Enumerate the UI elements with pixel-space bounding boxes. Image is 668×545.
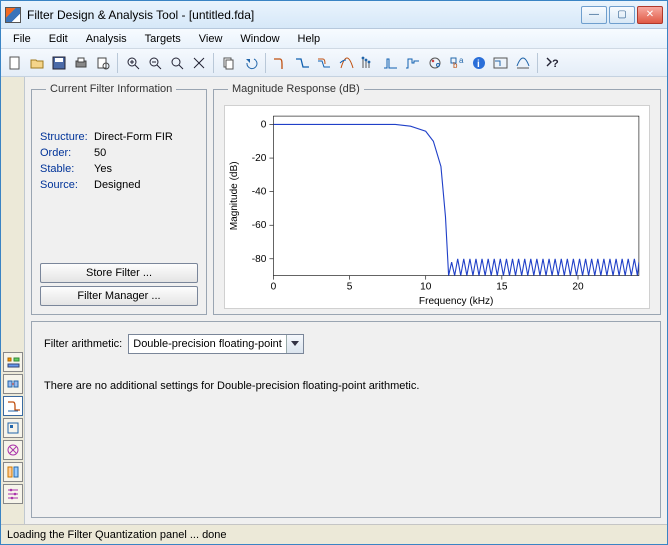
order-value: 50 [94, 147, 106, 159]
stable-value: Yes [94, 163, 112, 175]
menu-edit[interactable]: Edit [41, 31, 76, 47]
svg-text:b: b [453, 61, 458, 70]
svg-text:Magnitude (dB): Magnitude (dB) [229, 161, 240, 230]
svg-text:-20: -20 [252, 153, 267, 164]
svg-text:?: ? [552, 58, 559, 70]
save-icon[interactable] [49, 53, 69, 73]
roundoff-icon[interactable] [513, 53, 533, 73]
menu-file[interactable]: File [5, 31, 39, 47]
impulse-icon[interactable] [381, 53, 401, 73]
main-column: Current Filter Information Structure:Dir… [25, 77, 667, 524]
pole-zero-icon[interactable] [425, 53, 445, 73]
svg-text:a: a [459, 56, 464, 65]
window-title: Filter Design & Analysis Tool - [untitle… [27, 8, 579, 22]
order-label: Order: [40, 145, 94, 161]
filter-spec-icon[interactable] [491, 53, 511, 73]
arith-combo[interactable]: Double-precision floating-point [128, 334, 304, 354]
store-filter-button[interactable]: Store Filter ... [40, 263, 198, 283]
mag-phase-icon[interactable] [315, 53, 335, 73]
zoom-full-icon[interactable] [167, 53, 187, 73]
strip-btn-6[interactable] [3, 462, 23, 482]
stable-label: Stable: [40, 161, 94, 177]
arith-message: There are no additional settings for Dou… [44, 380, 648, 392]
plot-legend: Magnitude Response (dB) [228, 83, 364, 95]
svg-text:0: 0 [271, 282, 277, 293]
info-rows: Structure:Direct-Form FIR Order:50 Stabl… [40, 129, 198, 193]
arith-row: Filter arithmetic: Double-precision floa… [44, 334, 648, 354]
status-text: Loading the Filter Quantization panel ..… [7, 529, 227, 541]
top-row: Current Filter Information Structure:Dir… [31, 83, 661, 315]
zoom-in-icon[interactable] [123, 53, 143, 73]
toolbar-separator [265, 53, 267, 73]
info-buttons: Store Filter ... Filter Manager ... [40, 255, 198, 306]
structure-value: Direct-Form FIR [94, 131, 173, 143]
strip-btn-1[interactable] [3, 352, 23, 372]
new-icon[interactable] [5, 53, 25, 73]
chevron-down-icon [291, 341, 299, 346]
minimize-button[interactable]: — [581, 6, 607, 24]
help-icon[interactable]: ? [543, 53, 563, 73]
statusbar: Loading the Filter Quantization panel ..… [1, 524, 667, 544]
open-icon[interactable] [27, 53, 47, 73]
menu-analysis[interactable]: Analysis [78, 31, 135, 47]
svg-text:0: 0 [261, 120, 267, 131]
strip-btn-3[interactable] [3, 396, 23, 416]
body-area: Current Filter Information Structure:Dir… [1, 77, 667, 524]
svg-text:Frequency (kHz): Frequency (kHz) [419, 296, 493, 307]
copy-icon[interactable] [219, 53, 239, 73]
zoom-out-icon[interactable] [145, 53, 165, 73]
source-value: Designed [94, 179, 140, 191]
zoom-xy-icon[interactable] [189, 53, 209, 73]
current-filter-info-panel: Current Filter Information Structure:Dir… [31, 83, 207, 315]
menu-targets[interactable]: Targets [137, 31, 189, 47]
svg-text:i: i [477, 59, 480, 70]
info-icon[interactable]: i [469, 53, 489, 73]
info-legend: Current Filter Information [46, 83, 176, 95]
strip-btn-4[interactable] [3, 418, 23, 438]
undo-icon[interactable] [241, 53, 261, 73]
print-icon[interactable] [71, 53, 91, 73]
phase-delay-icon[interactable] [359, 53, 379, 73]
strip-btn-7[interactable] [3, 484, 23, 504]
magnitude-icon[interactable] [271, 53, 291, 73]
svg-text:-60: -60 [252, 220, 267, 231]
app-icon [5, 7, 21, 23]
svg-text:-40: -40 [252, 187, 267, 198]
svg-text:15: 15 [496, 282, 508, 293]
titlebar[interactable]: Filter Design & Analysis Tool - [untitle… [1, 1, 667, 29]
menu-window[interactable]: Window [232, 31, 287, 47]
plot-svg: 0 5 10 15 20 0 -20 -40 -60 -80 Frequency (kHz) Magn… [225, 106, 649, 308]
side-strip [1, 77, 25, 524]
structure-label: Structure: [40, 129, 94, 145]
toolbar-separator [117, 53, 119, 73]
menu-view[interactable]: View [191, 31, 231, 47]
menu-help[interactable]: Help [290, 31, 329, 47]
group-delay-icon[interactable] [337, 53, 357, 73]
plot-area[interactable]: 0 5 10 15 20 0 -20 -40 -60 -80 Frequency (kHz) Magn… [224, 105, 650, 309]
phase-icon[interactable] [293, 53, 313, 73]
svg-text:10: 10 [420, 282, 432, 293]
arith-value: Double-precision floating-point [133, 338, 282, 350]
maximize-button[interactable]: ▢ [609, 6, 635, 24]
magnitude-response-panel: Magnitude Response (dB) 0 5 10 15 20 0 -20 -40 -… [213, 83, 661, 315]
filter-manager-button[interactable]: Filter Manager ... [40, 286, 198, 306]
source-label: Source: [40, 177, 94, 193]
app-window: Filter Design & Analysis Tool - [untitle… [0, 0, 668, 545]
step-icon[interactable] [403, 53, 423, 73]
svg-text:20: 20 [572, 282, 584, 293]
filter-arithmetic-panel: Filter arithmetic: Double-precision floa… [31, 321, 661, 518]
svg-text:-80: -80 [252, 254, 267, 265]
toolbar: ba i ? [1, 49, 667, 77]
strip-btn-2[interactable] [3, 374, 23, 394]
svg-text:5: 5 [347, 282, 353, 293]
coefficients-icon[interactable]: ba [447, 53, 467, 73]
print-preview-icon[interactable] [93, 53, 113, 73]
toolbar-separator [213, 53, 215, 73]
arith-label: Filter arithmetic: [44, 338, 122, 350]
menubar: File Edit Analysis Targets View Window H… [1, 29, 667, 49]
toolbar-separator [537, 53, 539, 73]
strip-btn-5[interactable] [3, 440, 23, 460]
close-button[interactable]: ✕ [637, 6, 663, 24]
